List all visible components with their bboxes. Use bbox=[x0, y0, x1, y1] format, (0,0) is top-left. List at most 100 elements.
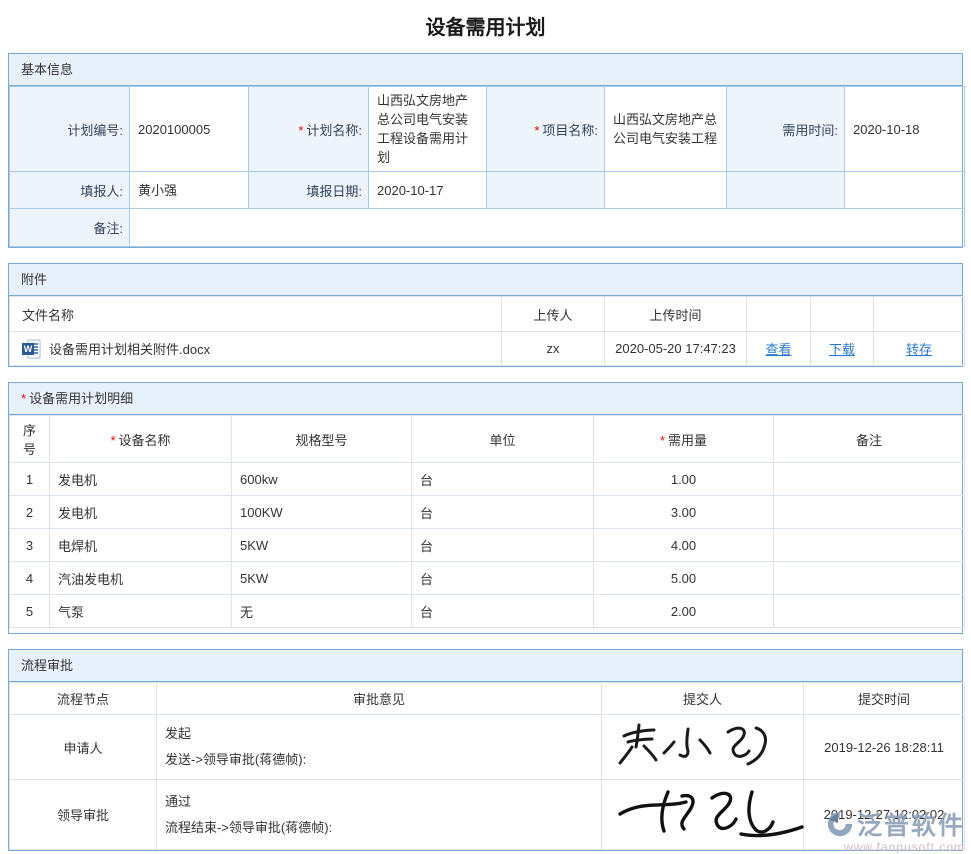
required-icon: * bbox=[298, 123, 303, 138]
seq-cell: 4 bbox=[10, 562, 50, 595]
approval-row-leader: 领导审批 通过 流程结束->领导审批(蒋德帧): bbox=[10, 780, 965, 850]
col-seq: 序号 bbox=[10, 416, 50, 463]
spec-cell: 5KW bbox=[232, 562, 412, 595]
remark-cell bbox=[774, 529, 965, 562]
equipment-name-cell: 发电机 bbox=[50, 496, 232, 529]
plan-name-value: 山西弘文房地产总公司电气安装工程设备需用计划 bbox=[369, 87, 487, 172]
basic-info-row-2: 填报人: 黄小强 填报日期: 2020-10-17 bbox=[10, 172, 965, 209]
qty-cell: 5.00 bbox=[594, 562, 774, 595]
flow-node-cell: 领导审批 bbox=[10, 780, 157, 850]
attachments-header-row: 文件名称 上传人 上传时间 bbox=[10, 297, 965, 332]
remark-label: 备注: bbox=[10, 209, 130, 247]
col-action-2 bbox=[811, 297, 874, 332]
plan-no-value: 2020100005 bbox=[130, 87, 249, 172]
need-time-label: 需用时间: bbox=[727, 87, 845, 172]
remark-cell bbox=[774, 496, 965, 529]
col-upload-time: 上传时间 bbox=[605, 297, 747, 332]
remark-cell bbox=[774, 463, 965, 496]
watermark-url: www.fanpusoft.com bbox=[825, 840, 965, 854]
equipment-name-cell: 汽油发电机 bbox=[50, 562, 232, 595]
approval-header-row: 流程节点 审批意见 提交人 提交时间 bbox=[10, 683, 965, 715]
basic-info-section: 基本信息 计划编号: 2020100005 *计划名称: 山西弘文房地产总公司电… bbox=[8, 53, 963, 248]
fanpu-logo-icon bbox=[825, 809, 855, 839]
unit-cell: 台 bbox=[412, 496, 594, 529]
project-name-value: 山西弘文房地产总公司电气安装工程 bbox=[605, 87, 727, 172]
signature-image bbox=[610, 784, 795, 845]
approval-section-title: 流程审批 bbox=[9, 650, 962, 682]
download-link[interactable]: 下载 bbox=[829, 342, 855, 357]
submit-time-cell: 2019-12-26 18:28:11 bbox=[804, 715, 965, 780]
equipment-name-cell: 气泵 bbox=[50, 595, 232, 628]
qty-cell: 1.00 bbox=[594, 463, 774, 496]
col-submitter: 提交人 bbox=[602, 683, 804, 715]
report-date-label: 填报日期: bbox=[249, 172, 369, 209]
opinion-line-1: 发起 bbox=[165, 721, 593, 747]
required-icon: * bbox=[534, 123, 539, 138]
approval-table: 流程节点 审批意见 提交人 提交时间 申请人 发起 发送->领导审批(蒋德帧): bbox=[9, 682, 965, 850]
opinion-cell: 通过 流程结束->领导审批(蒋德帧): bbox=[157, 780, 602, 850]
empty-value-cell bbox=[845, 172, 965, 209]
opinion-cell: 发起 发送->领导审批(蒋德帧): bbox=[157, 715, 602, 780]
plan-name-label: *计划名称: bbox=[249, 87, 369, 172]
opinion-line-2: 发送->领导审批(蒋德帧): bbox=[165, 747, 593, 773]
need-time-value: 2020-10-18 bbox=[845, 87, 965, 172]
file-name-text: 设备需用计划相关附件.docx bbox=[49, 339, 210, 358]
opinion-line-1: 通过 bbox=[165, 789, 593, 815]
plan-no-label: 计划编号: bbox=[10, 87, 130, 172]
details-section: *设备需用计划明细 序号 *设备名称 规格型号 单位 *需用量 备注 1 发电机… bbox=[8, 382, 963, 634]
qty-cell: 2.00 bbox=[594, 595, 774, 628]
spec-cell: 600kw bbox=[232, 463, 412, 496]
details-header-row: 序号 *设备名称 规格型号 单位 *需用量 备注 bbox=[10, 416, 965, 463]
approval-section: 流程审批 流程节点 审批意见 提交人 提交时间 申请人 发起 发送->领导审批(… bbox=[8, 649, 963, 851]
project-name-label: *项目名称: bbox=[487, 87, 605, 172]
details-bottom-padding bbox=[9, 628, 962, 633]
equipment-name-cell: 发电机 bbox=[50, 463, 232, 496]
basic-info-table: 计划编号: 2020100005 *计划名称: 山西弘文房地产总公司电气安装工程… bbox=[9, 86, 965, 247]
save-as-link[interactable]: 转存 bbox=[906, 342, 932, 357]
basic-info-row-1: 计划编号: 2020100005 *计划名称: 山西弘文房地产总公司电气安装工程… bbox=[10, 87, 965, 172]
attachments-section-title: 附件 bbox=[9, 264, 962, 296]
required-icon: * bbox=[21, 391, 26, 406]
spec-cell: 100KW bbox=[232, 496, 412, 529]
col-unit: 单位 bbox=[412, 416, 594, 463]
table-row: 3 电焊机 5KW 台 4.00 bbox=[10, 529, 965, 562]
spec-cell: 5KW bbox=[232, 529, 412, 562]
col-equipment-name: *设备名称 bbox=[50, 416, 232, 463]
uploader-value: zx bbox=[502, 332, 605, 366]
file-name-cell: W 设备需用计划相关附件.docx bbox=[18, 339, 493, 359]
attachments-section: 附件 文件名称 上传人 上传时间 bbox=[8, 263, 963, 367]
view-link[interactable]: 查看 bbox=[765, 342, 791, 357]
upload-time-value: 2020-05-20 17:47:23 bbox=[605, 332, 747, 366]
table-row: 1 发电机 600kw 台 1.00 bbox=[10, 463, 965, 496]
col-action-3 bbox=[874, 297, 965, 332]
spec-cell: 无 bbox=[232, 595, 412, 628]
col-uploader: 上传人 bbox=[502, 297, 605, 332]
watermark-brand: 泛普软件 bbox=[857, 806, 965, 842]
opinion-line-2: 流程结束->领导审批(蒋德帧): bbox=[165, 815, 593, 841]
remark-value bbox=[130, 209, 965, 247]
vendor-watermark: 泛普软件 www.fanpusoft.com bbox=[825, 806, 965, 854]
required-icon: * bbox=[660, 433, 665, 448]
signature-image bbox=[610, 720, 795, 775]
reporter-value: 黄小强 bbox=[130, 172, 249, 209]
seq-cell: 3 bbox=[10, 529, 50, 562]
report-date-value: 2020-10-17 bbox=[369, 172, 487, 209]
col-required-qty: *需用量 bbox=[594, 416, 774, 463]
reporter-label: 填报人: bbox=[10, 172, 130, 209]
flow-node-cell: 申请人 bbox=[10, 715, 157, 780]
col-approval-opinion: 审批意见 bbox=[157, 683, 602, 715]
required-icon: * bbox=[110, 433, 115, 448]
unit-cell: 台 bbox=[412, 595, 594, 628]
seq-cell: 2 bbox=[10, 496, 50, 529]
attachment-row: W 设备需用计划相关附件.docx zx 2020-05-20 17:47:23… bbox=[10, 332, 965, 366]
unit-cell: 台 bbox=[412, 529, 594, 562]
table-row: 5 气泵 无 台 2.00 bbox=[10, 595, 965, 628]
empty-label-cell bbox=[727, 172, 845, 209]
word-file-icon: W bbox=[22, 339, 42, 359]
attachments-table: 文件名称 上传人 上传时间 W 设备需 bbox=[9, 296, 965, 366]
remark-cell bbox=[774, 562, 965, 595]
col-submit-time: 提交时间 bbox=[804, 683, 965, 715]
col-spec-model: 规格型号 bbox=[232, 416, 412, 463]
basic-info-row-3: 备注: bbox=[10, 209, 965, 247]
empty-value-cell bbox=[605, 172, 727, 209]
